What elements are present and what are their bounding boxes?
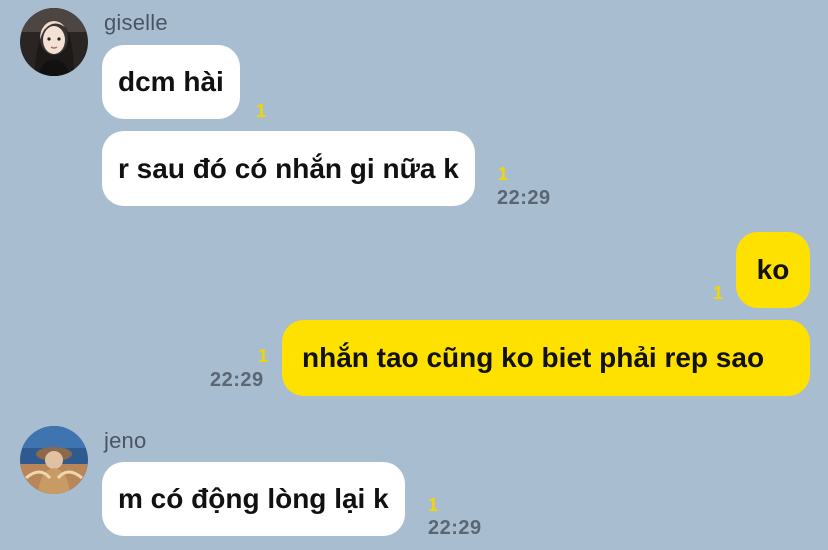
unread-count: 1 bbox=[256, 101, 267, 121]
unread-count: 1 bbox=[498, 164, 509, 184]
message-timestamp: 22:29 bbox=[210, 369, 264, 391]
sender-name-jeno: jeno bbox=[104, 428, 147, 453]
message-text: dcm hài bbox=[118, 66, 224, 97]
message-bubble[interactable]: r sau đó có nhắn gi nữa k bbox=[102, 131, 475, 206]
profile-photo-icon bbox=[20, 8, 88, 76]
sender-name-giselle: giselle bbox=[104, 10, 168, 35]
message-text: nhắn tao cũng ko biet phải rep sao bbox=[302, 342, 765, 373]
avatar-giselle[interactable] bbox=[20, 8, 88, 76]
profile-photo-icon bbox=[20, 426, 88, 494]
message-timestamp: 22:29 bbox=[497, 187, 551, 209]
message-text: m có động lòng lại k bbox=[118, 483, 389, 514]
message-bubble[interactable]: ko bbox=[736, 232, 810, 308]
unread-count: 1 bbox=[713, 283, 724, 303]
message-text: ko bbox=[756, 254, 790, 285]
unread-count: 1 bbox=[258, 346, 269, 366]
message-bubble[interactable]: m có động lòng lại k bbox=[102, 462, 405, 536]
message-text: r sau đó có nhắn gi nữa k bbox=[118, 152, 459, 184]
avatar-jeno[interactable] bbox=[20, 426, 88, 494]
unread-count: 1 bbox=[428, 495, 439, 515]
message-bubble[interactable]: nhắn tao cũng ko biet phải rep sao bbox=[282, 320, 810, 396]
chat-message-list[interactable]: giselle dcm hài 1 r sau đó có nhắn gi nữ… bbox=[0, 0, 828, 550]
message-bubble[interactable]: dcm hài bbox=[102, 45, 240, 119]
message-timestamp: 22:29 bbox=[428, 517, 482, 539]
